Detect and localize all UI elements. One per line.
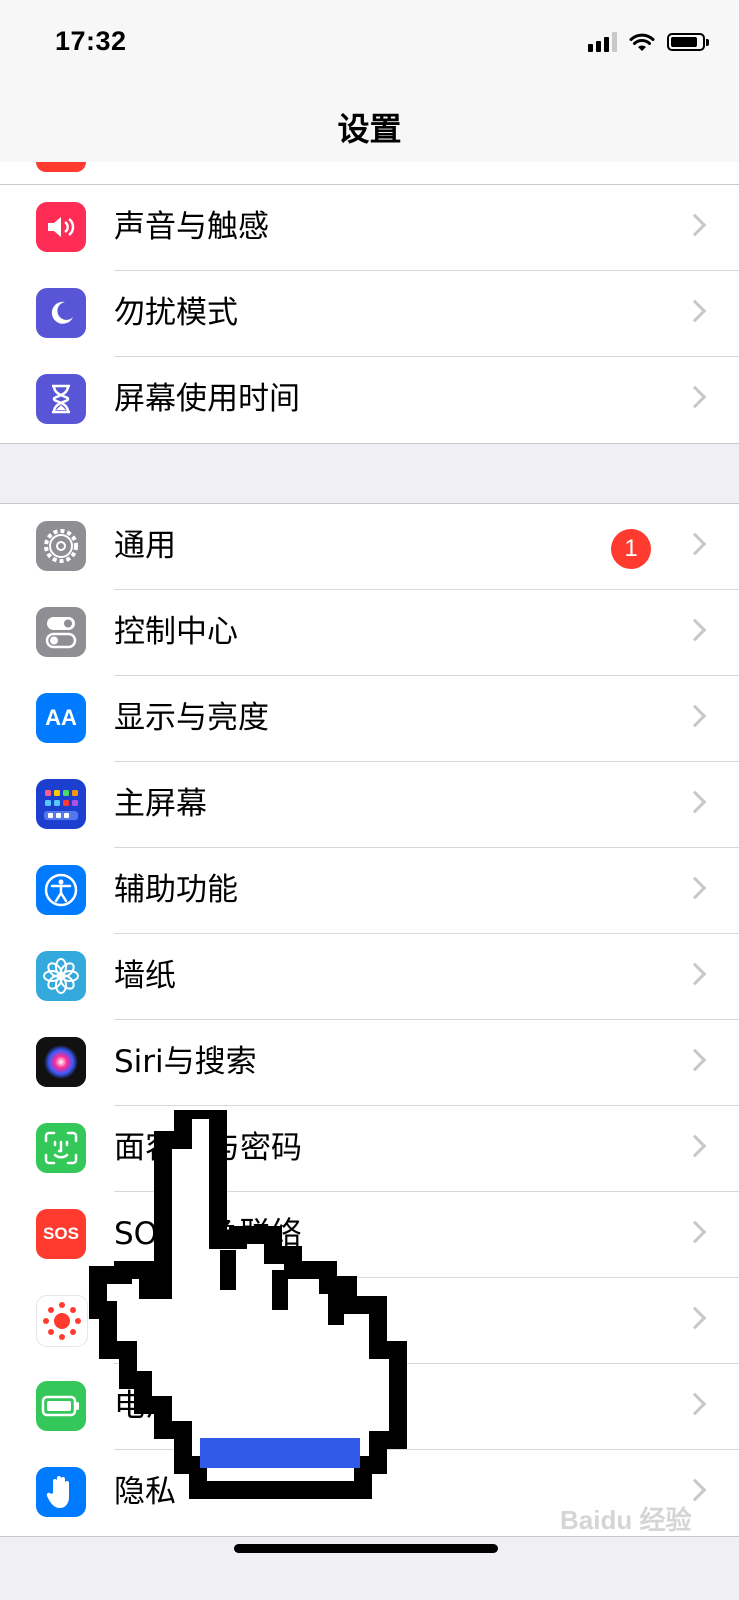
chevron-right-icon [683,704,707,728]
status-time: 17:32 [55,26,127,56]
watermark: Baidu 经验 [560,1505,692,1535]
chevron-right-icon [683,385,707,409]
settings-row-label: Siri与搜索 [114,1044,257,1080]
gear-icon [36,521,86,571]
accessibility-icon [36,865,86,915]
settings-row-label: 屏幕使用时间 [114,381,300,417]
settings-row-label: 声音与触感 [114,209,269,245]
icon-glyph: SOS [43,1224,79,1243]
speaker-icon [36,202,86,252]
page-title: 设置 [337,110,402,148]
chevron-right-icon [683,618,707,642]
siri-icon [36,1037,86,1087]
cellular-signal-icon [588,32,617,52]
exposure-icon [36,1295,88,1347]
hand-pointer-cursor-icon [89,1110,407,1499]
battery-icon [36,1381,86,1431]
home-indicator[interactable] [234,1544,498,1553]
flower-icon [36,951,86,1001]
chevron-right-icon [683,962,707,986]
wifi-icon [629,33,655,51]
settings-row-wallpaper[interactable]: 墙纸 [0,934,739,1020]
settings-row-general[interactable]: 通用 1 [0,504,739,590]
settings-row-label: 勿扰模式 [114,295,238,331]
settings-row-label: 主屏幕 [114,786,207,822]
face-id-icon [36,1123,86,1173]
chevron-right-icon [683,1478,707,1502]
settings-row-sounds[interactable]: 声音与触感 [0,185,739,271]
settings-row-label: 墙纸 [114,958,176,994]
hourglass-icon [36,374,86,424]
settings-row-label: 辅助功能 [114,872,238,908]
settings-row-label: 显示与亮度 [114,700,269,736]
settings-row-label: 控制中心 [114,614,238,650]
text-size-icon: AA [36,693,86,743]
settings-row-siri[interactable]: Siri与搜索 [0,1020,739,1106]
chevron-right-icon [683,1134,707,1158]
notification-icon [36,162,86,172]
settings-row-control[interactable]: 控制中心 [0,590,739,676]
icon-glyph: AA [45,705,77,730]
chevron-right-icon [683,213,707,237]
settings-row-dnd[interactable]: 勿扰模式 [0,271,739,357]
settings-row-display[interactable]: AA 显示与亮度 [0,676,739,762]
battery-status-icon [667,33,709,51]
chevron-right-icon [683,532,707,556]
chevron-right-icon [683,1392,707,1416]
toggle-icon [36,607,86,657]
app-grid-icon [36,779,86,829]
chevron-right-icon [683,1220,707,1244]
settings-row-label: 通用 [114,528,176,564]
status-bar: 17:32 [0,0,739,90]
settings-row-homescreen[interactable]: 主屏幕 [0,762,739,848]
hand-icon [36,1467,86,1517]
chevron-right-icon [683,790,707,814]
moon-icon [36,288,86,338]
chevron-right-icon [683,876,707,900]
settings-row-screentime[interactable]: 屏幕使用时间 [0,357,739,443]
settings-row-accessibility[interactable]: 辅助功能 [0,848,739,934]
settings-group-1: 声音与触感勿扰模式屏幕使用时间 [0,184,739,444]
scrolled-row-remnant [0,162,739,185]
chevron-right-icon [683,1048,707,1072]
notification-badge: 1 [611,529,651,569]
navigation-bar: 设置 [0,90,739,163]
chevron-right-icon [683,299,707,323]
sos-icon: SOS [36,1209,86,1259]
status-icons [588,32,709,52]
chevron-right-icon [683,1306,707,1330]
